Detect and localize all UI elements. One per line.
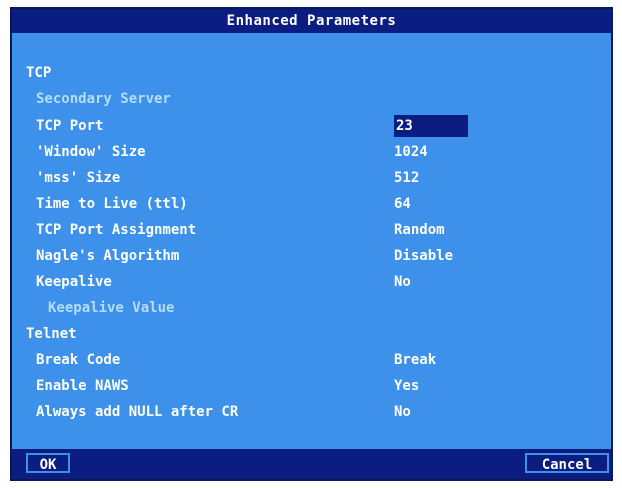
enable-naws-label: Enable NAWS bbox=[36, 378, 129, 394]
button-bar: OK Cancel bbox=[12, 449, 611, 479]
section-telnet-label: Telnet bbox=[26, 326, 77, 342]
cancel-button[interactable]: Cancel bbox=[525, 453, 609, 473]
tcp-port-assignment-select[interactable]: Random bbox=[394, 219, 445, 241]
nagle-algorithm-select[interactable]: Disable bbox=[394, 245, 453, 267]
ttl-label: Time to Live (ttl) bbox=[36, 196, 188, 212]
null-after-cr-select[interactable]: No bbox=[394, 401, 411, 423]
tcp-port-assignment-label: TCP Port Assignment bbox=[36, 222, 197, 238]
enhanced-parameters-dialog: Enhanced Parameters TCP Secondary Server… bbox=[10, 7, 613, 481]
tcp-port-field[interactable]: 23 bbox=[394, 115, 468, 137]
keepalive-select[interactable]: No bbox=[394, 271, 411, 293]
enable-naws-select[interactable]: Yes bbox=[394, 375, 419, 397]
dialog-title: Enhanced Parameters bbox=[12, 9, 611, 33]
break-code-label: Break Code bbox=[36, 352, 121, 368]
ttl-field[interactable]: 64 bbox=[394, 193, 411, 215]
mss-size-field[interactable]: 512 bbox=[394, 167, 419, 189]
keepalive-label: Keepalive bbox=[36, 274, 112, 290]
window-size-field[interactable]: 1024 bbox=[394, 141, 428, 163]
window-size-label: 'Window' Size bbox=[36, 144, 146, 160]
break-code-select[interactable]: Break bbox=[394, 349, 436, 371]
secondary-server-label[interactable]: Secondary Server bbox=[36, 88, 171, 110]
section-tcp-label: TCP bbox=[26, 65, 52, 81]
keepalive-value-label: Keepalive Value bbox=[48, 300, 175, 316]
ok-button[interactable]: OK bbox=[26, 453, 70, 473]
nagle-algorithm-label: Nagle's Algorithm bbox=[36, 248, 180, 264]
null-after-cr-label: Always add NULL after CR bbox=[36, 404, 239, 420]
tcp-port-label: TCP Port bbox=[36, 118, 104, 134]
mss-size-label: 'mss' Size bbox=[36, 170, 121, 186]
